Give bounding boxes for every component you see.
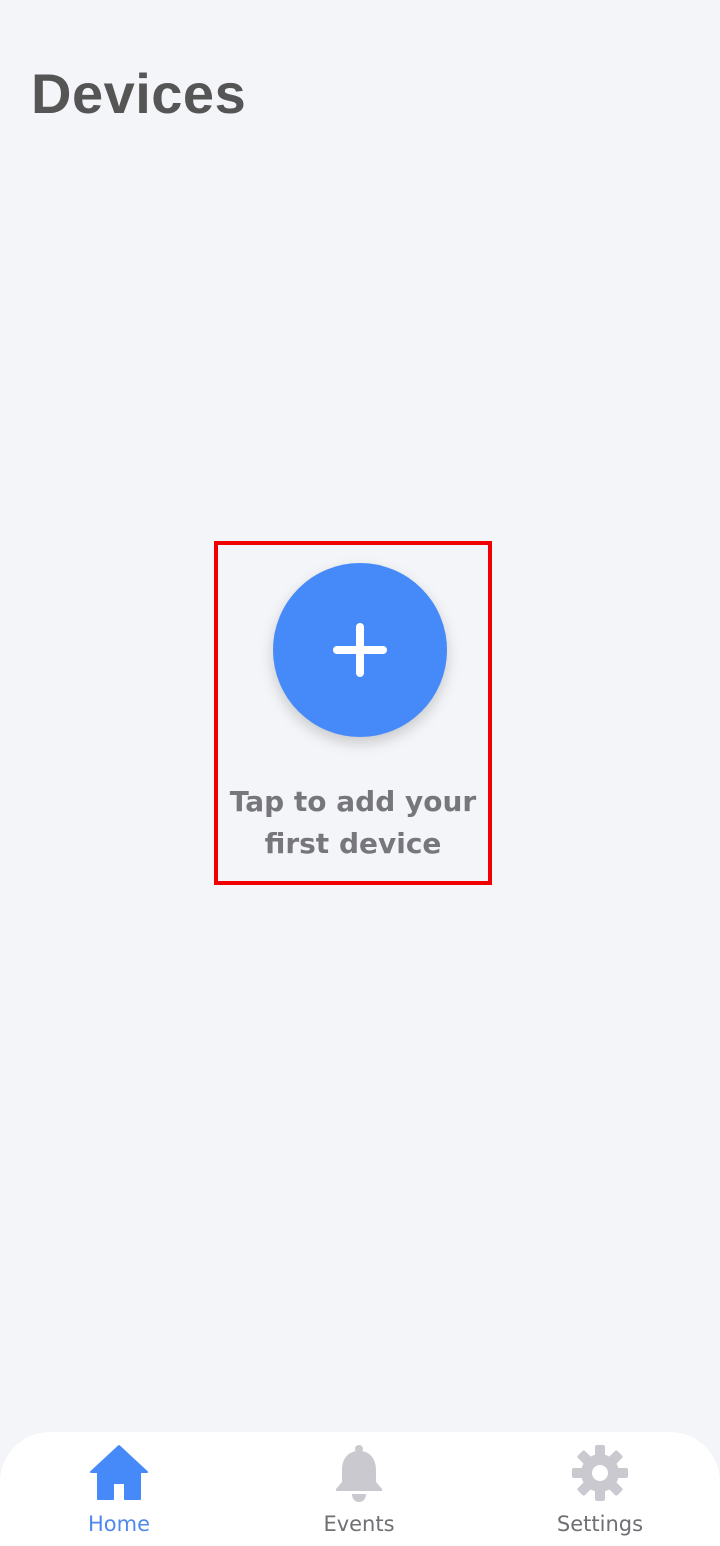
plus-icon <box>333 623 387 677</box>
nav-item-home[interactable]: Home <box>19 1432 219 1546</box>
bottom-nav: Home Events Settings <box>0 1432 720 1546</box>
nav-label-settings: Settings <box>556 1512 644 1536</box>
nav-label-events: Events <box>323 1512 395 1536</box>
bell-icon <box>336 1445 382 1502</box>
nav-label-home: Home <box>87 1512 150 1536</box>
nav-item-settings[interactable]: Settings <box>500 1432 700 1546</box>
home-icon <box>90 1445 148 1500</box>
add-device-button[interactable] <box>273 563 447 737</box>
devices-screen: Devices Tap to add your first device Hom… <box>0 0 720 1546</box>
nav-item-events[interactable]: Events <box>259 1432 459 1546</box>
page-title: Devices <box>31 62 247 125</box>
add-device-hint[interactable]: Tap to add your first device <box>214 781 492 865</box>
gear-icon <box>572 1445 628 1501</box>
